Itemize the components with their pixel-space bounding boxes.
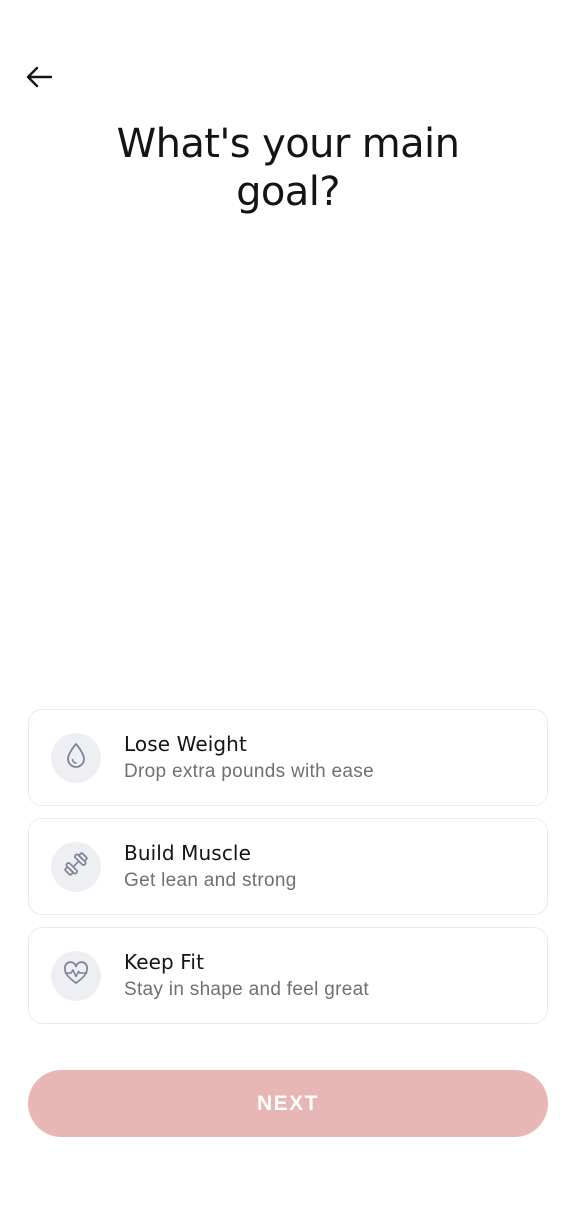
page-title: What's your main goal? (0, 120, 576, 216)
page-title-line-1: What's your main (116, 121, 460, 167)
back-button[interactable] (22, 62, 56, 96)
option-subtitle: Drop extra pounds with ease (124, 760, 374, 782)
option-icon-container (51, 841, 101, 892)
dumbbell-icon (62, 850, 90, 883)
option-icon-container (51, 950, 101, 1001)
next-button[interactable]: NEXT (28, 1070, 548, 1137)
option-lose-weight[interactable]: Lose Weight Drop extra pounds with ease (28, 709, 548, 806)
option-title: Keep Fit (124, 949, 205, 974)
option-keep-fit[interactable]: Keep Fit Stay in shape and feel great (28, 927, 548, 1024)
goal-options-list: Lose Weight Drop extra pounds with ease … (28, 709, 548, 1036)
heart-pulse-icon (62, 960, 90, 991)
option-subtitle: Stay in shape and feel great (124, 978, 370, 1000)
option-title: Lose Weight (124, 731, 247, 756)
option-icon-container (51, 732, 101, 783)
option-title: Build Muscle (124, 840, 251, 865)
option-build-muscle[interactable]: Build Muscle Get lean and strong (28, 818, 548, 915)
water-drop-icon (64, 741, 88, 774)
page-title-line-2: goal? (236, 169, 340, 215)
option-subtitle: Get lean and strong (124, 869, 297, 891)
arrow-left-icon (25, 66, 53, 93)
